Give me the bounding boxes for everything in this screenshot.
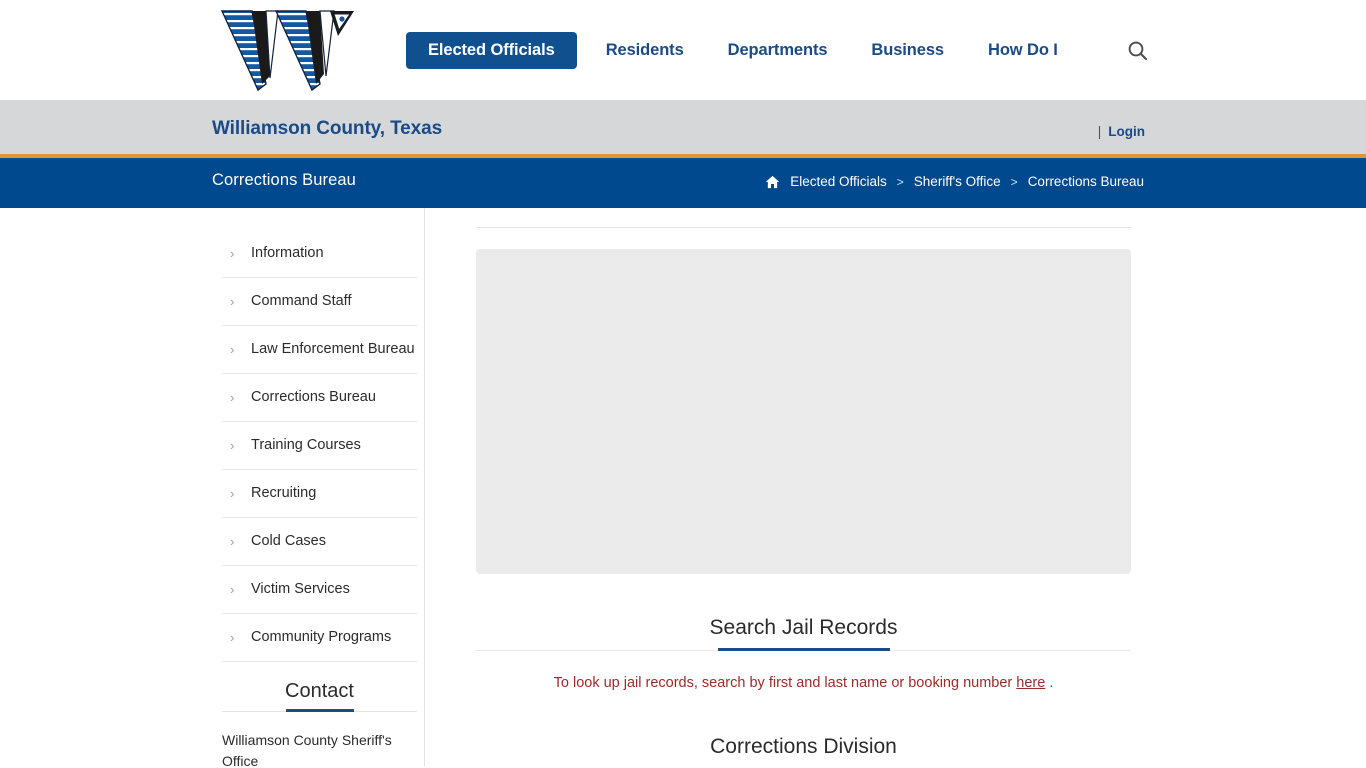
contact-office-name: Williamson County Sheriff's Office — [222, 732, 392, 768]
chevron-right-icon: › — [230, 582, 235, 597]
login-separator: | — [1097, 124, 1102, 139]
login-area: | Login — [1098, 124, 1145, 139]
sidebar-item-cold-cases[interactable]: › Cold Cases — [222, 518, 417, 566]
nav-item-how-do-i[interactable]: How Do I — [988, 32, 1058, 69]
sidebar: › Information › Command Staff › Law Enfo… — [0, 208, 425, 768]
content-row: › Information › Command Staff › Law Enfo… — [0, 208, 1366, 768]
sidebar-item-information[interactable]: › Information — [222, 230, 417, 278]
sidebar-item-training-courses[interactable]: › Training Courses — [222, 422, 417, 470]
chevron-right-icon: › — [230, 630, 235, 645]
sidebar-inner: › Information › Command Staff › Law Enfo… — [222, 230, 417, 768]
search-jail-records-heading: Search Jail Records — [476, 616, 1131, 651]
chevron-right-icon: › — [230, 486, 235, 501]
chevron-right-icon: › — [230, 246, 235, 261]
breadcrumb-sheriffs-office[interactable]: Sheriff's Office — [914, 174, 1001, 189]
breadcrumb-elected-officials[interactable]: Elected Officials — [790, 174, 887, 189]
search-jail-records-accent — [717, 648, 890, 651]
contact-heading-accent — [285, 709, 354, 712]
chevron-right-icon: › — [230, 390, 235, 405]
breadcrumb-separator-1: > — [896, 174, 904, 189]
sidebar-item-label: Community Programs — [251, 629, 392, 645]
nav-item-residents[interactable]: Residents — [606, 32, 684, 69]
main-content: Search Jail Records To look up jail reco… — [425, 208, 1366, 766]
sidebar-item-recruiting[interactable]: › Recruiting — [222, 470, 417, 518]
contact-heading: Contact — [222, 662, 417, 712]
sidebar-item-label: Training Courses — [251, 437, 361, 453]
county-name: Williamson County, Texas — [212, 118, 443, 139]
sidebar-item-victim-services[interactable]: › Victim Services — [222, 566, 417, 614]
sidebar-item-label: Recruiting — [251, 485, 317, 501]
sidebar-item-label: Corrections Bureau — [251, 389, 376, 405]
home-icon-glyph — [766, 175, 780, 188]
search-icon[interactable] — [1125, 38, 1151, 64]
sidebar-item-corrections-bureau[interactable]: › Corrections Bureau — [222, 374, 417, 422]
chevron-right-icon: › — [230, 342, 235, 357]
nav-item-business[interactable]: Business — [871, 32, 944, 69]
sidebar-item-label: Cold Cases — [251, 533, 326, 549]
search-icon-glyph — [1128, 41, 1148, 61]
corrections-division-heading: Corrections Division — [710, 735, 897, 758]
chevron-right-icon: › — [230, 294, 235, 309]
site-header: Elected Officials Residents Departments … — [0, 0, 1366, 100]
chevron-right-icon: › — [230, 534, 235, 549]
home-icon — [765, 175, 780, 189]
williamson-w-logo-icon — [220, 10, 354, 92]
jail-records-note-prefix: To look up jail records, search by first… — [553, 675, 1013, 691]
breadcrumb: Elected Officials > Sheriff's Office > C… — [765, 174, 1144, 189]
content-top-rule — [476, 227, 1131, 228]
sidebar-item-label: Command Staff — [251, 293, 352, 309]
jail-records-note: To look up jail records, search by first… — [476, 675, 1131, 691]
sidebar-item-command-staff[interactable]: › Command Staff — [222, 278, 417, 326]
contact-heading-label: Contact — [285, 680, 354, 702]
breadcrumb-current: Corrections Bureau — [1027, 174, 1144, 189]
search-jail-records-label: Search Jail Records — [709, 616, 898, 639]
primary-navigation: Elected Officials Residents Departments … — [406, 32, 1102, 69]
chevron-right-icon: › — [230, 438, 235, 453]
sidebar-item-label: Information — [251, 245, 324, 261]
jail-records-note-suffix: . — [1049, 675, 1054, 691]
media-placeholder — [476, 249, 1131, 574]
site-logo[interactable] — [218, 6, 358, 94]
nav-item-departments[interactable]: Departments — [728, 32, 828, 69]
breadcrumb-separator-2: > — [1010, 174, 1018, 189]
sidebar-item-community-programs[interactable]: › Community Programs — [222, 614, 417, 662]
page-title-bar: Corrections Bureau Elected Officials > S… — [0, 158, 1366, 208]
nav-item-elected-officials[interactable]: Elected Officials — [406, 32, 577, 69]
sidebar-item-law-enforcement-bureau[interactable]: › Law Enforcement Bureau — [222, 326, 417, 374]
login-link[interactable]: Login — [1108, 124, 1145, 139]
sidebar-item-label: Law Enforcement Bureau — [251, 341, 415, 357]
sidebar-item-label: Victim Services — [251, 581, 350, 597]
county-band: Williamson County, Texas | Login — [0, 100, 1366, 158]
jail-records-here-link[interactable]: here — [1016, 675, 1045, 691]
page-title: Corrections Bureau — [212, 171, 356, 189]
